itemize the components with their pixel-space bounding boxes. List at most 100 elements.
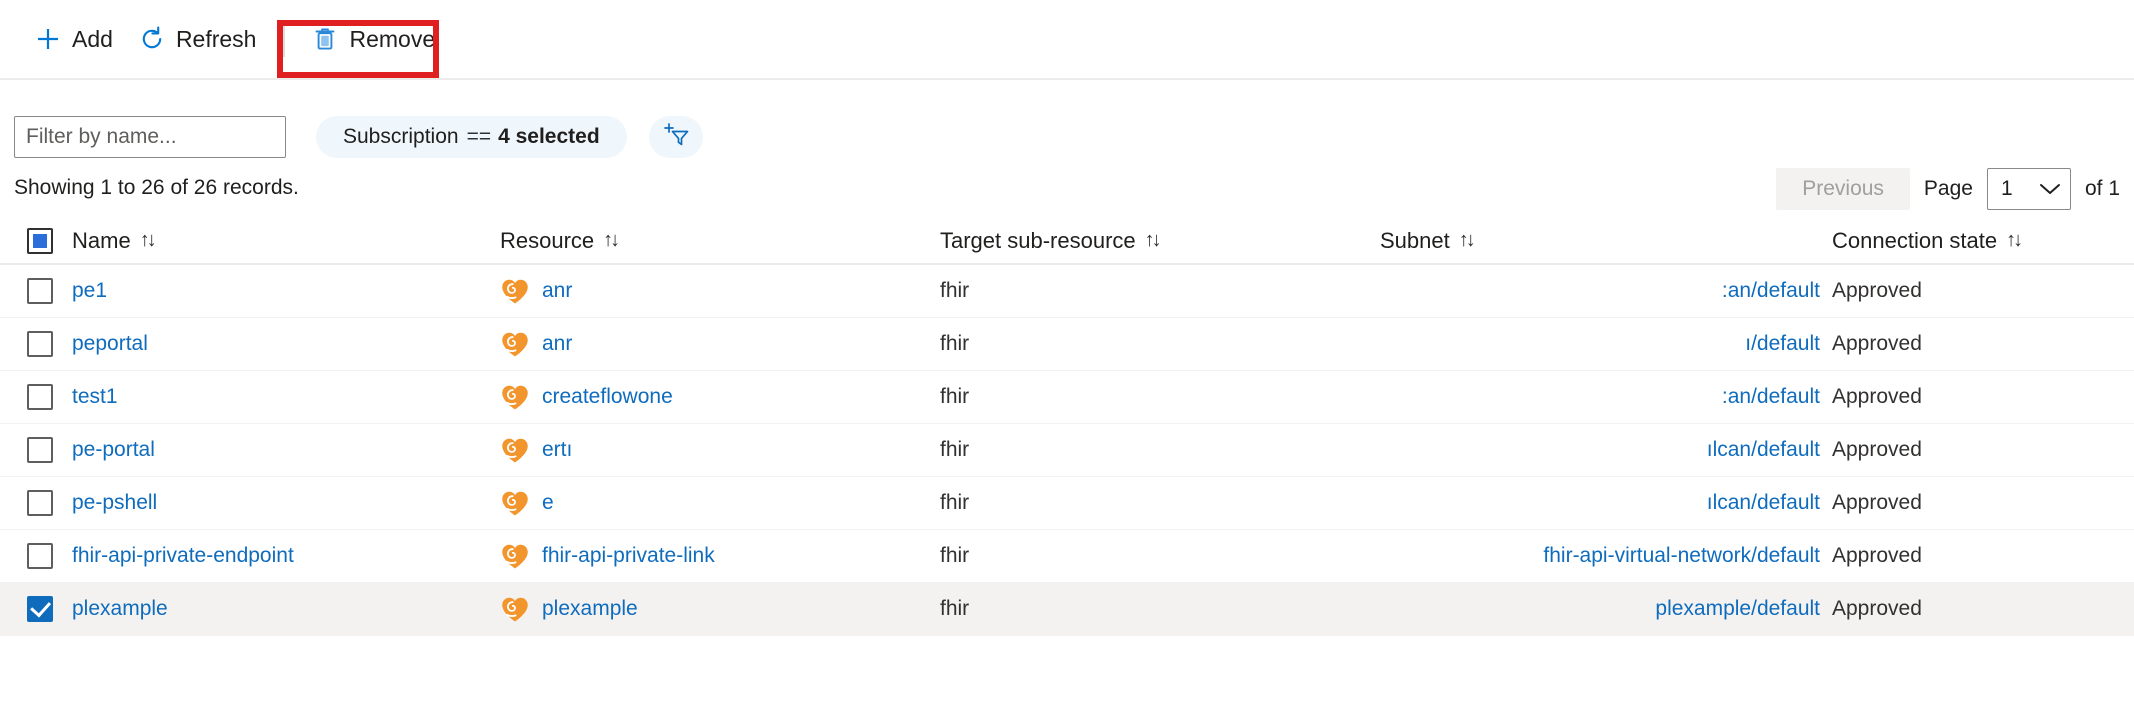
row-checkbox[interactable] bbox=[27, 384, 53, 410]
target-sub-resource-value: fhir bbox=[940, 491, 969, 514]
row-checkbox-cell bbox=[22, 490, 58, 516]
resource-link[interactable]: anr bbox=[542, 332, 572, 356]
table-row[interactable]: plexampleplexamplefhirplexample/defaultA… bbox=[0, 583, 2134, 636]
cell-resource: createflowone bbox=[500, 382, 940, 412]
row-checkbox-cell bbox=[22, 384, 58, 410]
name-link[interactable]: pe1 bbox=[72, 279, 107, 302]
target-sub-resource-value: fhir bbox=[940, 385, 969, 408]
sort-arrows-icon: ↑↓ bbox=[1145, 229, 1159, 252]
cell-subnet: fhir-api-virtual-network/default bbox=[1380, 544, 1820, 568]
row-checkbox[interactable] bbox=[27, 437, 53, 463]
remove-button-label: Remove bbox=[349, 26, 435, 53]
page-total-label: of 1 bbox=[2085, 177, 2120, 201]
name-link[interactable]: peportal bbox=[72, 332, 148, 355]
connection-state-value: Approved bbox=[1832, 279, 1922, 302]
page-number-select[interactable]: 1 bbox=[1987, 168, 2071, 210]
subscription-filter-field: Subscription bbox=[343, 125, 459, 149]
cell-name: peportal bbox=[58, 332, 500, 356]
name-link[interactable]: pe-pshell bbox=[72, 491, 157, 514]
subnet-link[interactable]: ılcan/default bbox=[1707, 438, 1820, 461]
subnet-link[interactable]: fhir-api-virtual-network/default bbox=[1543, 544, 1820, 567]
subnet-link[interactable]: :an/default bbox=[1722, 385, 1820, 408]
cell-target-sub-resource: fhir bbox=[940, 544, 1380, 568]
select-all-checkbox[interactable] bbox=[27, 228, 53, 254]
target-sub-resource-value: fhir bbox=[940, 544, 969, 567]
connection-state-value: Approved bbox=[1832, 385, 1922, 408]
add-filter-button[interactable] bbox=[649, 116, 703, 158]
search-input[interactable] bbox=[14, 116, 286, 158]
resource-link[interactable]: fhir-api-private-link bbox=[542, 544, 715, 568]
cell-connection-state: Approved bbox=[1820, 385, 2134, 409]
column-header-connection-state[interactable]: Connection state ↑↓ bbox=[1820, 228, 2134, 254]
health-data-services-heart-icon bbox=[500, 329, 530, 359]
cell-target-sub-resource: fhir bbox=[940, 332, 1380, 356]
connection-state-value: Approved bbox=[1832, 332, 1922, 355]
page-label: Page bbox=[1924, 177, 1973, 201]
name-link[interactable]: test1 bbox=[72, 385, 118, 408]
page-number-value: 1 bbox=[1988, 177, 2013, 201]
table-row[interactable]: pe1 anr fhir :an/default Approved bbox=[0, 265, 2134, 318]
row-checkbox[interactable] bbox=[27, 331, 53, 357]
cell-name: pe-portal bbox=[58, 438, 500, 462]
chevron-down-icon bbox=[2039, 182, 2061, 196]
resource-link[interactable]: e bbox=[542, 491, 554, 515]
row-checkbox[interactable] bbox=[27, 490, 53, 516]
remove-button[interactable]: Remove bbox=[299, 15, 448, 63]
table-row[interactable]: pe-pshellefhirılcan/defaultApproved bbox=[0, 477, 2134, 530]
previous-page-button[interactable]: Previous bbox=[1776, 168, 1910, 210]
row-checkbox[interactable] bbox=[27, 596, 53, 622]
filter-bar: Subscription == 4 selected bbox=[0, 110, 2134, 164]
column-header-connection-state-label: Connection state bbox=[1832, 228, 1997, 254]
sort-arrows-icon: ↑↓ bbox=[2006, 229, 2020, 252]
row-checkbox[interactable] bbox=[27, 278, 53, 304]
subnet-link[interactable]: ılcan/default bbox=[1707, 491, 1820, 514]
resource-link[interactable]: ertı bbox=[542, 438, 572, 462]
subscription-filter-pill[interactable]: Subscription == 4 selected bbox=[316, 116, 627, 158]
health-data-services-heart-icon bbox=[500, 382, 530, 412]
cell-subnet: ı/default bbox=[1380, 332, 1820, 356]
cell-connection-state: Approved bbox=[1820, 279, 2134, 303]
cell-connection-state: Approved bbox=[1820, 332, 2134, 356]
column-header-resource[interactable]: Resource ↑↓ bbox=[500, 228, 940, 254]
subscription-filter-operator: == bbox=[467, 125, 492, 149]
table-header-row: Name ↑↓ Resource ↑↓ Target sub-resource … bbox=[0, 218, 2134, 265]
subnet-link[interactable]: :an/default bbox=[1722, 279, 1820, 302]
select-all-checkbox-cell bbox=[22, 228, 58, 254]
subnet-link[interactable]: ı/default bbox=[1745, 332, 1820, 355]
column-header-target-sub-resource[interactable]: Target sub-resource ↑↓ bbox=[940, 228, 1380, 254]
table-row[interactable]: pe-portalertıfhirılcan/defaultApproved bbox=[0, 424, 2134, 477]
row-checkbox-cell bbox=[22, 596, 58, 622]
plus-icon bbox=[35, 26, 61, 52]
target-sub-resource-value: fhir bbox=[940, 332, 969, 355]
cell-target-sub-resource: fhir bbox=[940, 279, 1380, 303]
column-header-name[interactable]: Name ↑↓ bbox=[58, 228, 500, 254]
cell-name: pe-pshell bbox=[58, 491, 500, 515]
target-sub-resource-value: fhir bbox=[940, 438, 969, 461]
resource-link[interactable]: createflowone bbox=[542, 385, 673, 409]
cell-target-sub-resource: fhir bbox=[940, 597, 1380, 621]
cell-name: test1 bbox=[58, 385, 500, 409]
target-sub-resource-value: fhir bbox=[940, 279, 969, 302]
cell-name: pe1 bbox=[58, 279, 500, 303]
toolbar-divider bbox=[283, 21, 285, 57]
cell-subnet: ılcan/default bbox=[1380, 491, 1820, 515]
resource-link[interactable]: plexample bbox=[542, 597, 638, 621]
name-link[interactable]: pe-portal bbox=[72, 438, 155, 461]
cell-target-sub-resource: fhir bbox=[940, 385, 1380, 409]
subnet-link[interactable]: plexample/default bbox=[1655, 597, 1820, 620]
name-link[interactable]: fhir-api-private-endpoint bbox=[72, 544, 294, 567]
add-button[interactable]: Add bbox=[22, 15, 126, 63]
name-link[interactable]: plexample bbox=[72, 597, 168, 620]
health-data-services-heart-icon bbox=[500, 435, 530, 465]
table-row[interactable]: peportal anr fhir ı/default Approved bbox=[0, 318, 2134, 371]
row-checkbox[interactable] bbox=[27, 543, 53, 569]
subscription-filter-value: 4 selected bbox=[498, 125, 600, 149]
refresh-button[interactable]: Refresh bbox=[126, 15, 270, 63]
column-header-subnet[interactable]: Subnet ↑↓ bbox=[1380, 228, 1820, 254]
resource-link[interactable]: anr bbox=[542, 279, 572, 303]
table-row[interactable]: fhir-api-private-endpoint fhir-api-privat… bbox=[0, 530, 2134, 583]
health-data-services-heart-icon bbox=[500, 488, 530, 518]
table-row[interactable]: test1 createflowone fhir :an/default Approve… bbox=[0, 371, 2134, 424]
cell-name: fhir-api-private-endpoint bbox=[58, 544, 500, 568]
health-data-services-heart-icon bbox=[500, 594, 530, 624]
